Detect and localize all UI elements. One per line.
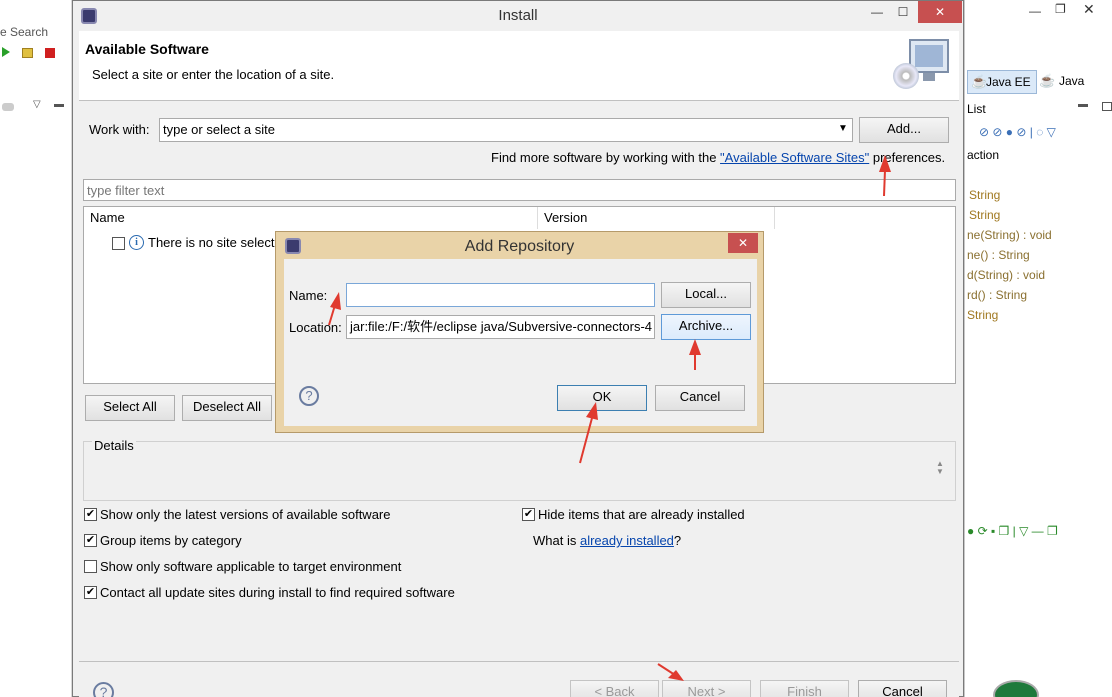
details-label: Details xyxy=(92,438,136,453)
arrow-to-name-icon xyxy=(328,292,341,326)
annotation-arrows xyxy=(328,155,891,681)
arrow-to-preferences-icon xyxy=(879,155,891,197)
arrow-to-ok-icon xyxy=(579,402,598,464)
arrow-to-archive-icon xyxy=(689,339,701,370)
arrow-to-next-icon xyxy=(657,663,684,681)
